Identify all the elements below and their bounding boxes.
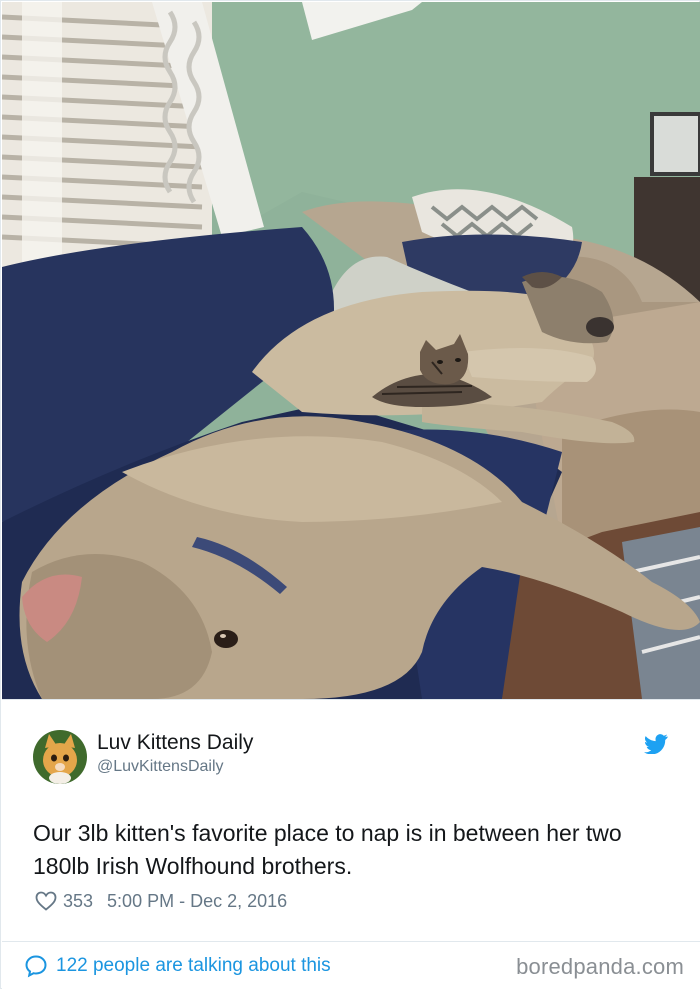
speech-bubble-icon [24,954,48,978]
heart-icon[interactable] [35,891,57,911]
conversation-link[interactable]: 122 people are talking about this [24,954,331,978]
tweet-timestamp[interactable]: 5:00 PM - Dec 2, 2016 [107,891,287,912]
tweet-footer: 122 people are talking about this boredp… [2,941,700,989]
twitter-bird-icon[interactable] [644,734,668,754]
conversation-count-text[interactable]: 122 people are talking about this [56,955,331,977]
author-handle[interactable]: @LuvKittensDaily [97,758,224,776]
author-name[interactable]: Luv Kittens Daily [97,731,253,755]
tweet-text: Our 3lb kitten's favorite place to nap i… [33,820,622,879]
tweet-card: Luv Kittens Daily @LuvKittensDaily Our 3… [2,699,700,941]
tweet-photo[interactable] [2,2,700,699]
avatar[interactable] [33,730,87,784]
tweet-embed-frame: Luv Kittens Daily @LuvKittensDaily Our 3… [0,0,700,989]
boredpanda-watermark: boredpanda.com [516,954,684,979]
like-count[interactable]: 353 [63,891,93,912]
dogs-and-kitten-photo-icon [2,2,700,699]
kitten-avatar-icon [33,730,87,784]
tweet-meta: 353 5:00 PM - Dec 2, 2016 [35,889,287,913]
